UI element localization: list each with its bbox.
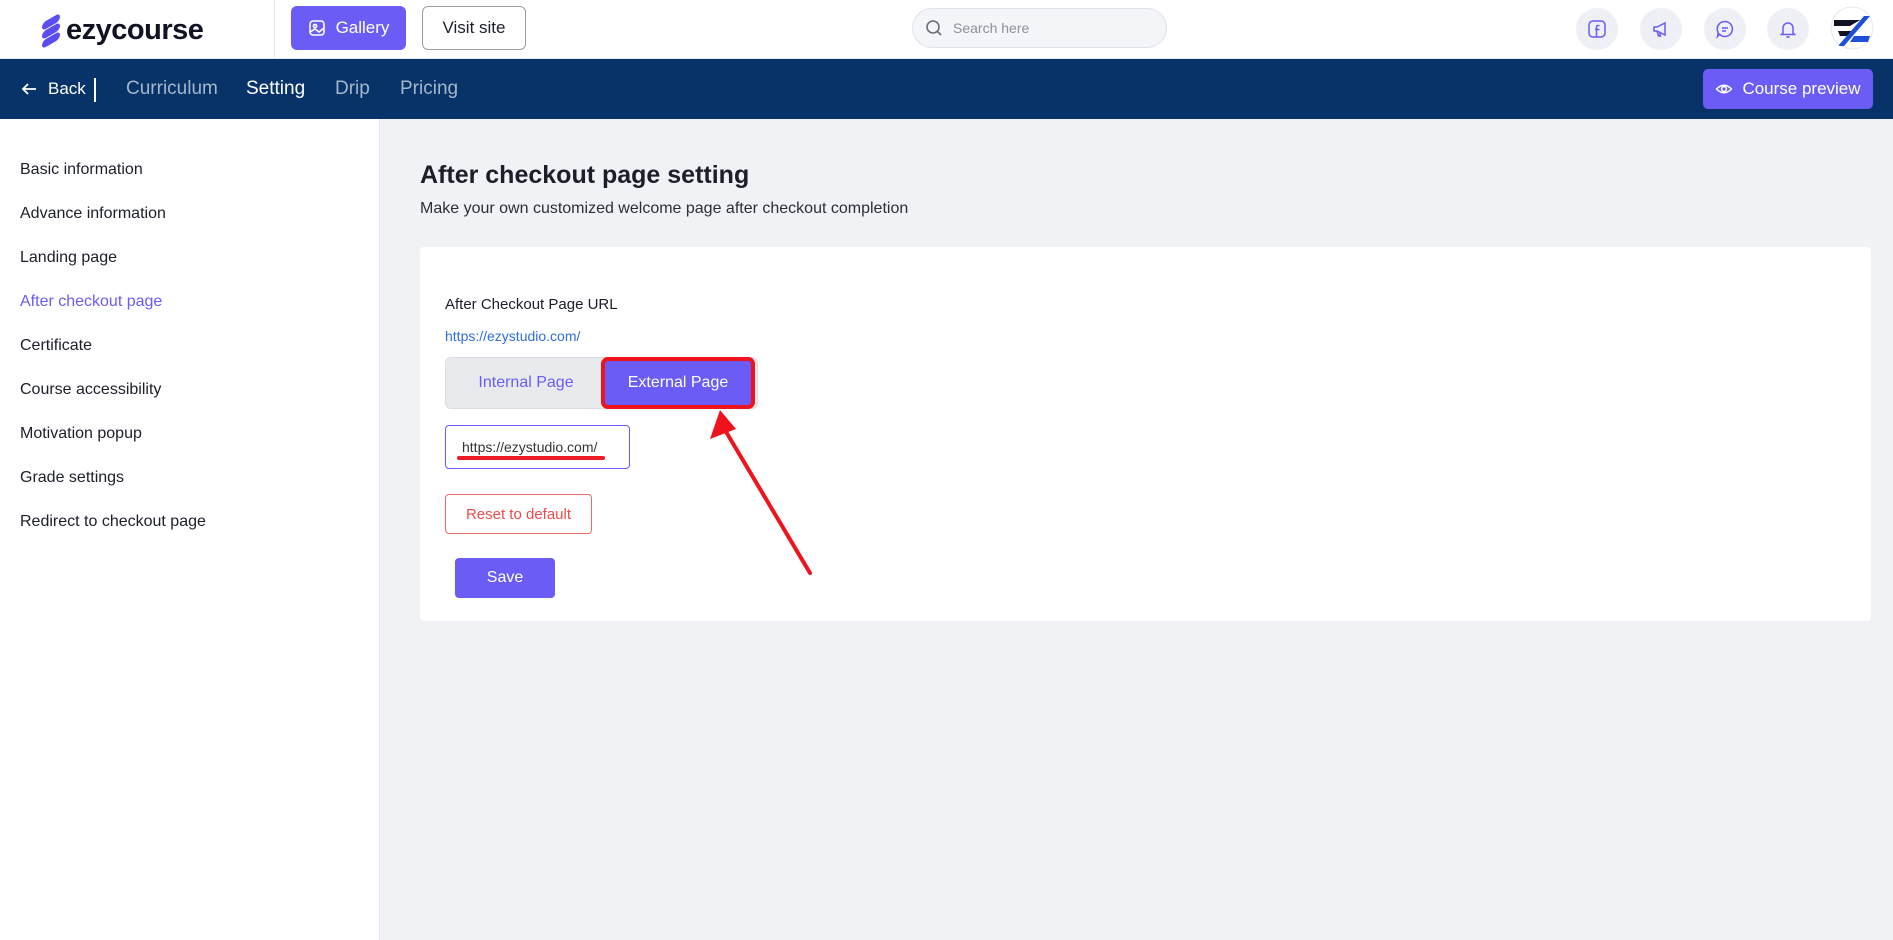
eye-icon (1715, 84, 1733, 94)
tab-curriculum[interactable]: Curriculum (126, 59, 218, 119)
divider (274, 0, 275, 59)
back-button[interactable]: Back (20, 59, 86, 119)
sidebar-item-certificate[interactable]: Certificate (20, 337, 92, 355)
current-url-link[interactable]: https://ezystudio.com/ (445, 328, 580, 344)
annotation-underline (457, 456, 605, 460)
bell-icon[interactable] (1767, 8, 1809, 50)
divider (94, 78, 96, 102)
chat-icon[interactable] (1704, 8, 1746, 50)
avatar[interactable] (1830, 6, 1874, 50)
course-nav-bar: Back Curriculum Setting Drip Pricing Cou… (0, 59, 1893, 119)
tab-drip[interactable]: Drip (335, 59, 370, 119)
sidebar-item-course-accessibility[interactable]: Course accessibility (20, 381, 161, 399)
annotation-arrow (710, 410, 812, 575)
arrow-left-icon (21, 83, 36, 95)
sidebar-item-grade-settings[interactable]: Grade settings (20, 469, 124, 487)
facebook-icon[interactable] (1576, 8, 1618, 50)
megaphone-icon[interactable] (1640, 8, 1682, 50)
avatar-logo-icon (1830, 6, 1874, 50)
back-label: Back (48, 79, 86, 98)
sidebar-item-motivation-popup[interactable]: Motivation popup (20, 425, 142, 443)
save-button[interactable]: Save (455, 558, 555, 598)
sidebar-item-landing-page[interactable]: Landing page (20, 249, 117, 267)
logo-mark-icon (40, 12, 62, 50)
reset-to-default-button[interactable]: Reset to default (445, 494, 592, 534)
search-bar[interactable] (912, 8, 1167, 48)
logo[interactable]: ezycourse (40, 10, 204, 50)
visit-site-button[interactable]: Visit site (422, 6, 526, 50)
page-subtitle: Make your own customized welcome page af… (420, 200, 909, 217)
tab-setting[interactable]: Setting (246, 59, 305, 119)
settings-card: After Checkout Page URL https://ezystudi… (420, 247, 1871, 621)
internal-page-option[interactable]: Internal Page (448, 360, 604, 406)
gallery-icon (308, 20, 325, 36)
gallery-button[interactable]: Gallery (291, 6, 406, 50)
sidebar-item-after-checkout-page[interactable]: After checkout page (20, 293, 162, 311)
sidebar-item-redirect-to-checkout-page[interactable]: Redirect to checkout page (20, 513, 206, 531)
tab-pricing[interactable]: Pricing (400, 59, 458, 119)
course-preview-button[interactable]: Course preview (1703, 69, 1873, 109)
gallery-label: Gallery (335, 18, 390, 37)
top-bar: ezycourse Gallery Visit site (0, 0, 1893, 59)
course-preview-label: Course preview (1742, 79, 1861, 98)
sidebar-item-advance-information[interactable]: Advance information (20, 205, 166, 223)
external-url-input[interactable] (445, 425, 630, 469)
search-input[interactable] (953, 20, 1153, 36)
settings-sidebar: Basic information Advance information La… (0, 119, 380, 940)
sidebar-item-basic-information[interactable]: Basic information (20, 161, 143, 179)
page-title: After checkout page setting (420, 161, 750, 189)
logo-text: ezycourse (66, 13, 204, 46)
search-icon (926, 20, 942, 36)
field-label: After Checkout Page URL (445, 296, 618, 313)
